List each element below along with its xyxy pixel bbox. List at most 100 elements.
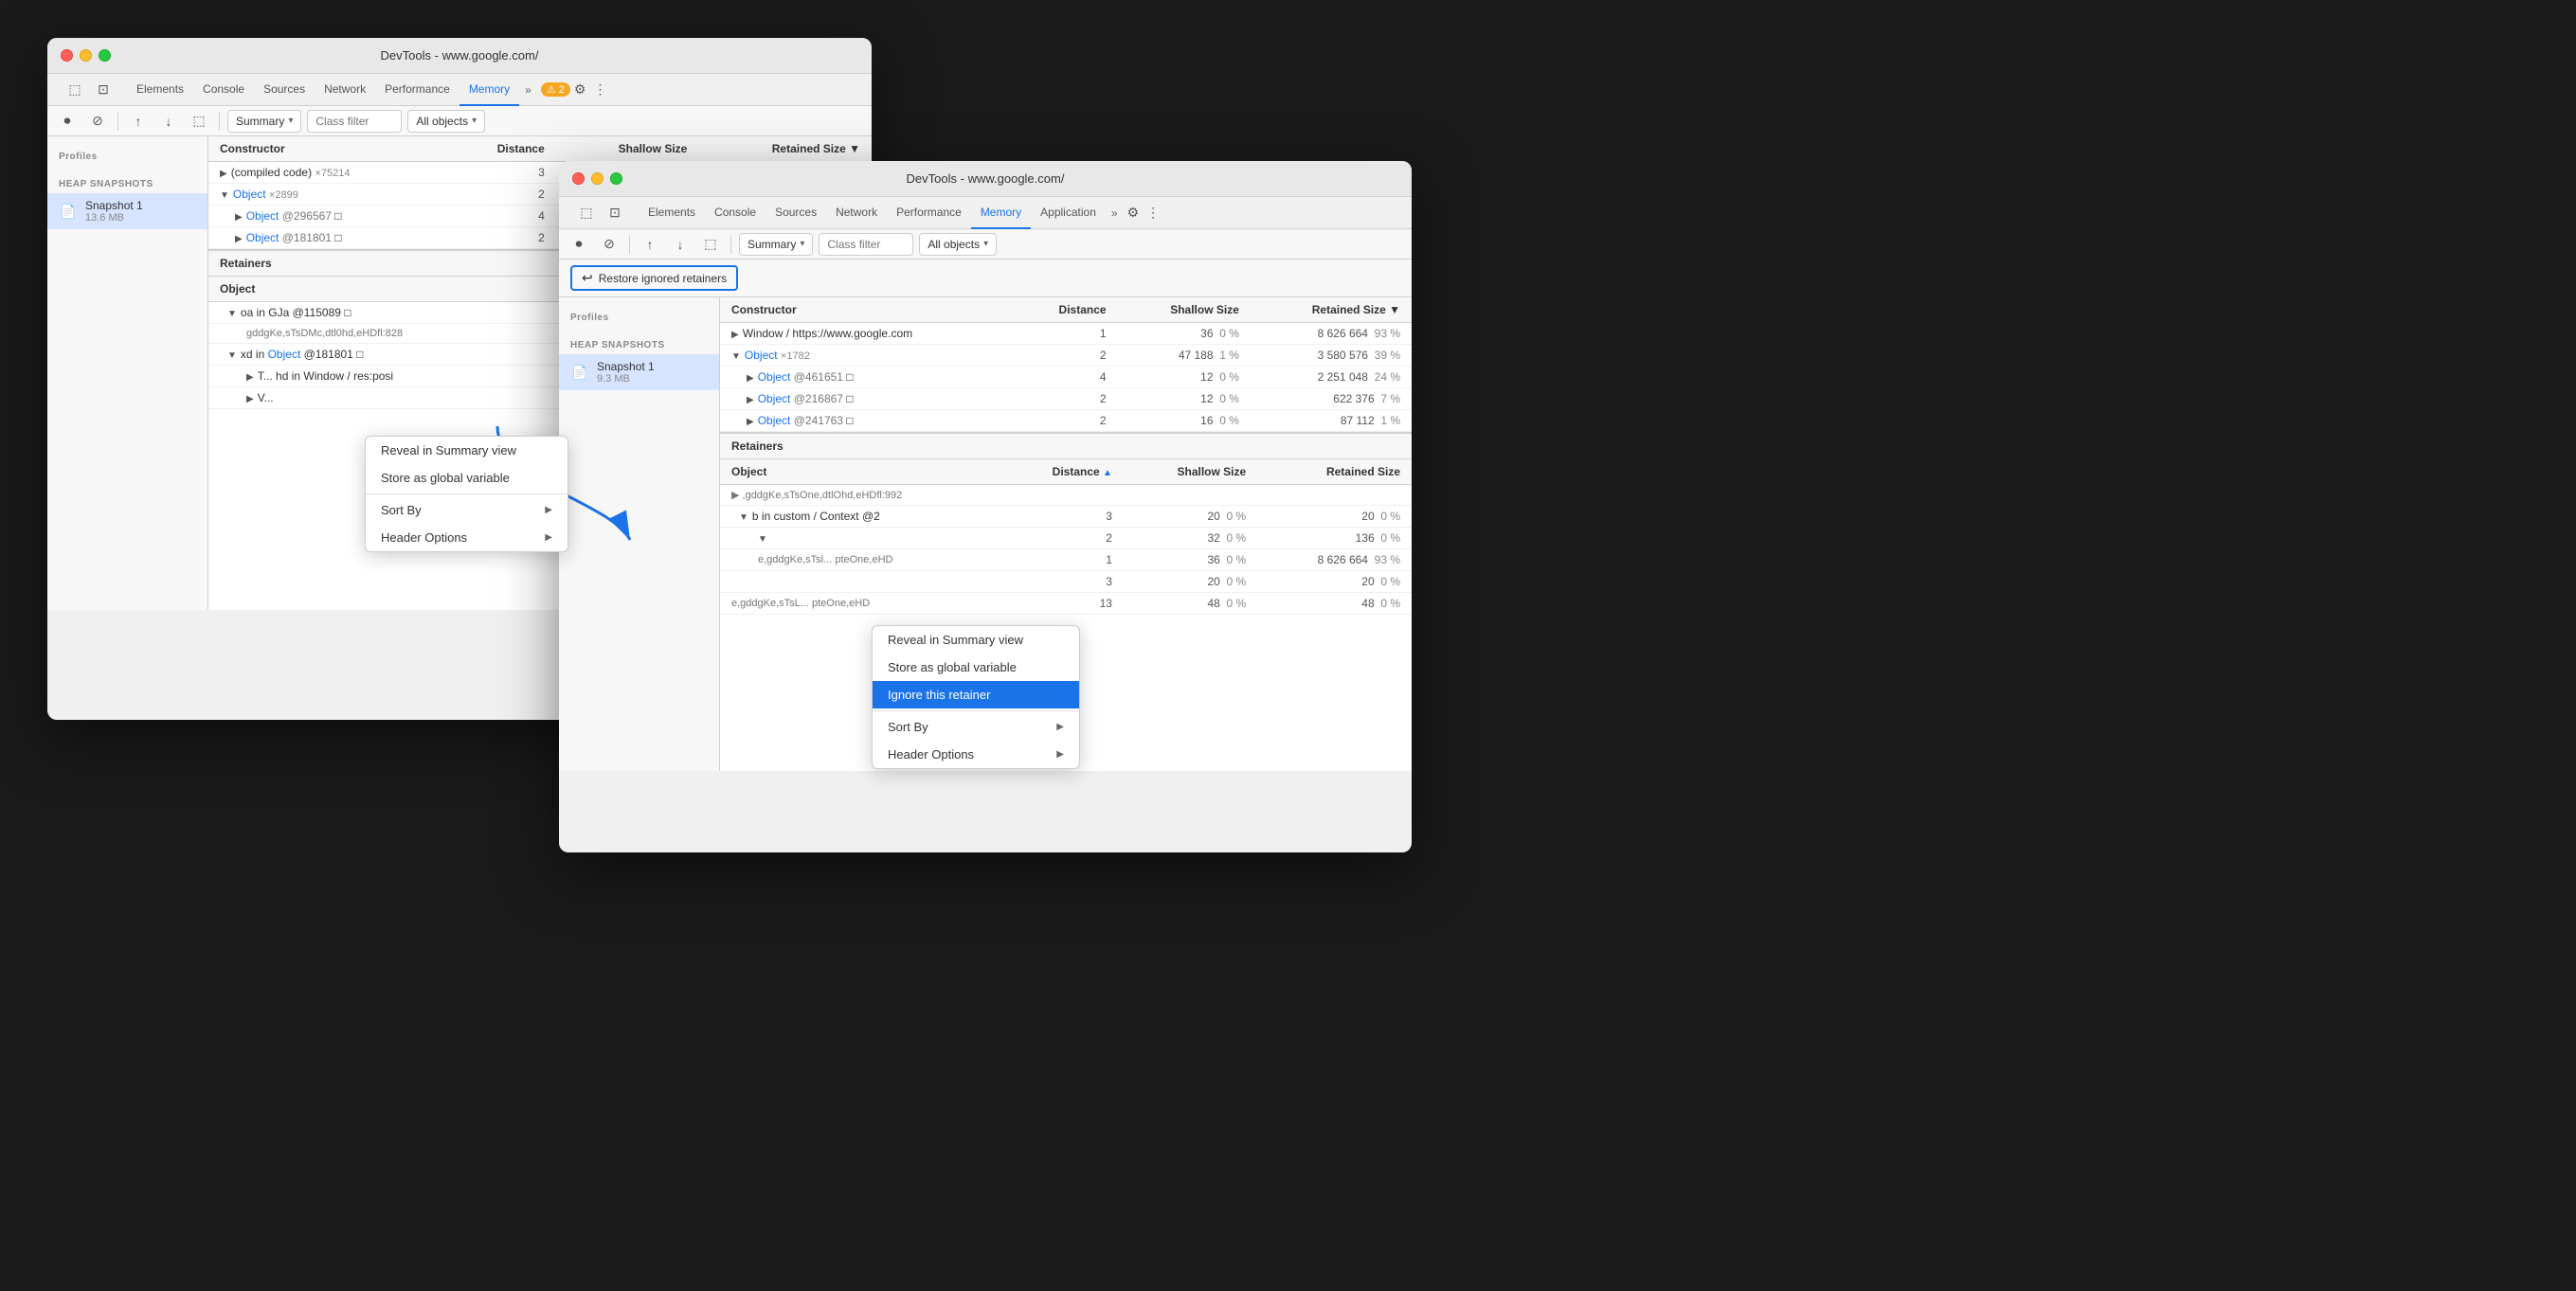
summary-dropdown-1[interactable]: Summary ▾ [227,110,301,133]
devtools-icons-left-1: ⬚ ⊡ [55,78,123,102]
class-filter-input-2[interactable] [819,233,913,256]
all-objects-dropdown-2[interactable]: All objects ▾ [919,233,997,256]
tab-performance-1[interactable]: Performance [375,74,459,106]
ctx-header-options-1[interactable]: Header Options ▶ [366,524,567,551]
upload-icon-2[interactable]: ↑ [638,232,662,257]
th-retained-r-2: Retained Size [1257,459,1412,485]
th-shallow-r-2: Shallow Size [1124,459,1257,485]
minimize-button-1[interactable] [80,49,92,62]
tabs-more-2[interactable]: » [1106,206,1124,220]
summary-arrow-1: ▾ [288,116,293,126]
download-icon-2[interactable]: ↓ [668,232,693,257]
device-toolbar-icon-2[interactable]: ⊡ [603,201,627,225]
device-toolbar-icon[interactable]: ⊡ [91,78,116,102]
table-row[interactable]: 3 20 0 % 20 0 % [720,571,1412,593]
table-row[interactable]: ▶Window / https://www.google.com 1 36 0 … [720,323,1412,345]
all-objects-label-1: All objects [416,115,468,128]
profiles-title-2: Profiles [559,305,719,327]
restore-icon: ↩ [582,270,593,286]
constructor-cell: ▶Object @296567 □ [208,206,446,227]
stop-icon-2[interactable]: ⊘ [597,232,621,257]
th-distance-r-2: Distance ▲ [1002,459,1123,485]
summary-dropdown-2[interactable]: Summary ▾ [739,233,813,256]
table-row[interactable]: ▼b in custom / Context @2 3 20 0 % 20 0 … [720,506,1412,528]
tab-sources-1[interactable]: Sources [254,74,315,106]
ctx-store-global-1[interactable]: Store as global variable [366,464,567,492]
restore-retainers-label: Restore ignored retainers [599,272,727,285]
tab-performance-2[interactable]: Performance [887,197,971,229]
distance-cell: 3 [446,162,555,184]
ctx-sort-by-1[interactable]: Sort By ▶ [366,496,567,524]
traffic-lights-2[interactable] [572,172,622,185]
ctx-ignore-retainer[interactable]: Ignore this retainer [873,681,1079,708]
tab-application-2[interactable]: Application [1031,197,1106,229]
snapshot-item-1[interactable]: 📄 Snapshot 1 13.6 MB [47,193,207,229]
upload-icon[interactable]: ↑ [126,109,151,134]
settings-icon-1[interactable]: ⚙ [570,81,590,98]
tab-network-1[interactable]: Network [315,74,375,106]
tab-console-1[interactable]: Console [193,74,254,106]
object-cell: e,gddgKe,sTsl... pteOne,eHD [720,549,1002,571]
ctx-sort-by-2[interactable]: Sort By ▶ [873,713,1079,741]
table-row[interactable]: ▼Object ×1782 2 47 188 1 % 3 580 576 39 … [720,345,1412,367]
separator-2 [219,112,220,131]
tab-memory-2[interactable]: Memory [971,197,1031,229]
class-filter-input-1[interactable] [307,110,402,133]
ctx-reveal-summary-1[interactable]: Reveal in Summary view [366,437,567,464]
tab-elements-1[interactable]: Elements [127,74,193,106]
th-distance-1: Distance [446,136,555,162]
snapshot-size-1: 13.6 MB [85,212,196,224]
tab-memory-1[interactable]: Memory [459,74,519,106]
object-cell: ▼b in custom / Context @2 [720,506,1002,528]
close-button-2[interactable] [572,172,585,185]
ctx-header-options-2[interactable]: Header Options ▶ [873,741,1079,768]
close-button-1[interactable] [61,49,73,62]
element-picker-icon-2[interactable]: ⬚ [574,201,599,225]
ctx-reveal-summary-2[interactable]: Reveal in Summary view [873,626,1079,654]
snapshot-info-1: Snapshot 1 13.6 MB [85,199,196,224]
table-row[interactable]: ▶ ,gddgKe,sTsOne,dtlOhd,eHDfl:992 [720,485,1412,506]
tab-elements-2[interactable]: Elements [639,197,705,229]
record-icon[interactable]: ⏺ [55,109,80,134]
th-shallow-1: Shallow Size [556,136,699,162]
devtools-tabs-1: ⬚ ⊡ Elements Console Sources Network Per… [47,74,872,106]
table-row[interactable]: ▼ 2 32 0 % 136 0 % [720,528,1412,549]
table-row[interactable]: ▶Object @461651 □ 4 12 0 % 2 251 048 24 … [720,367,1412,388]
heap-icon-2[interactable]: ⬚ [698,232,723,257]
more-icon-2[interactable]: ⋮ [1143,205,1163,221]
traffic-lights-1[interactable] [61,49,111,62]
more-icon-1[interactable]: ⋮ [589,81,610,98]
constructor-cell: ▶Window / https://www.google.com [720,323,1016,345]
tab-console-2[interactable]: Console [705,197,766,229]
table-row[interactable]: e,gddgKe,sTsL... pteOne,eHD 13 48 0 % 48… [720,593,1412,615]
devtools-window-2: DevTools - www.google.com/ ⬚ ⊡ Elements … [559,161,1412,852]
devtools-icons-left-2: ⬚ ⊡ [567,201,635,225]
minimize-button-2[interactable] [591,172,603,185]
maximize-button-2[interactable] [610,172,622,185]
all-objects-dropdown-1[interactable]: All objects ▾ [407,110,485,133]
element-picker-icon[interactable]: ⬚ [63,78,87,102]
maximize-button-1[interactable] [99,49,111,62]
record-icon-2[interactable]: ⏺ [567,232,591,257]
tabs-more-1[interactable]: » [519,83,537,97]
restore-retainers-button[interactable]: ↩ Restore ignored retainers [570,265,738,291]
table-row[interactable]: ▶Object @241763 □ 2 16 0 % 87 112 1 % [720,410,1412,432]
titlebar-1: DevTools - www.google.com/ [47,38,872,74]
ctx-store-label-1: Store as global variable [381,471,510,485]
th-retained-1: Retained Size ▼ [698,136,872,162]
th-object-2: Object [720,459,1002,485]
ctx-store-global-2[interactable]: Store as global variable [873,654,1079,681]
heap-icon[interactable]: ⬚ [187,109,211,134]
tab-network-2[interactable]: Network [826,197,887,229]
settings-icon-2[interactable]: ⚙ [1124,205,1144,221]
ctx-reveal-label-1: Reveal in Summary view [381,443,516,457]
table-row[interactable]: e,gddgKe,sTsl... pteOne,eHD 1 36 0 % 8 6… [720,549,1412,571]
th-distance-2: Distance [1016,297,1117,323]
table-row[interactable]: ▶Object @216867 □ 2 12 0 % 622 376 7 % [720,388,1412,410]
download-icon[interactable]: ↓ [156,109,181,134]
ctx-store-label-2: Store as global variable [888,660,1017,674]
th-shallow-2: Shallow Size [1118,297,1251,323]
stop-icon[interactable]: ⊘ [85,109,110,134]
snapshot-item-2[interactable]: 📄 Snapshot 1 9.3 MB [559,354,719,390]
tab-sources-2[interactable]: Sources [766,197,826,229]
